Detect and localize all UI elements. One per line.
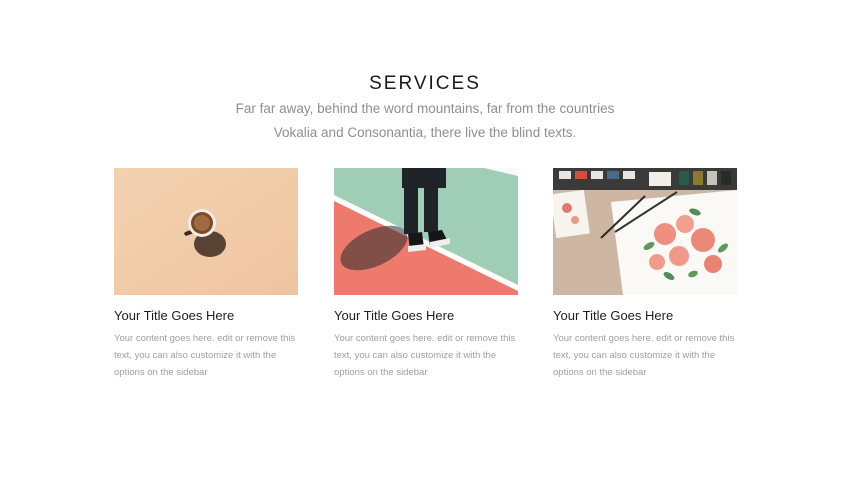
coffee-cup-photo[interactable] <box>114 168 298 295</box>
card-text: Your content goes here. edit or remove t… <box>334 333 516 378</box>
service-card: Your Title Goes Here Your content goes h… <box>334 168 518 381</box>
section-subtitle-line-2: Vokalia and Consonantia, there live the … <box>273 125 577 140</box>
card-title: Your Title Goes Here <box>114 308 235 323</box>
card-title: Your Title Goes Here <box>553 308 674 323</box>
watercolor-flowers-photo[interactable] <box>553 168 737 295</box>
section-subtitle-line-1: Far far away, behind the word mountains,… <box>235 101 615 116</box>
service-card: Your Title Goes Here Your content goes h… <box>553 168 737 381</box>
services-cards: Your Title Goes Here Your content goes h… <box>114 168 737 388</box>
section-title: SERVICES <box>369 73 481 94</box>
card-text: Your content goes here. edit or remove t… <box>553 333 735 378</box>
card-text: Your content goes here. edit or remove t… <box>114 333 296 378</box>
card-title: Your Title Goes Here <box>334 308 455 323</box>
service-card: Your Title Goes Here Your content goes h… <box>114 168 298 381</box>
section-subtitle: Far far away, behind the word mountains,… <box>0 97 850 145</box>
sneakers-court-photo[interactable] <box>334 168 518 295</box>
